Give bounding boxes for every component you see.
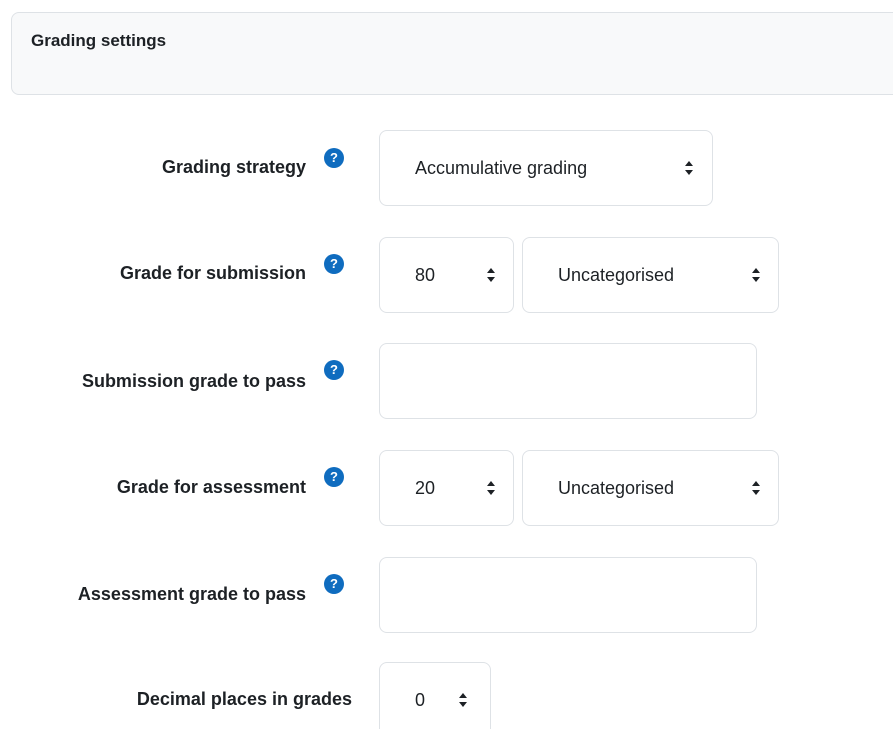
decimal-places-select[interactable]: 0 — [379, 662, 491, 729]
grade-for-submission-label: Grade for submission — [119, 263, 306, 283]
sort-caret-icon — [685, 161, 693, 175]
decimal-places-value: 0 — [415, 690, 426, 710]
help-icon[interactable]: ? — [324, 254, 344, 274]
submission-grade-to-pass-label: Submission grade to pass — [81, 371, 306, 391]
section-header[interactable] — [11, 12, 893, 95]
submission-grade-to-pass-input[interactable] — [379, 343, 757, 419]
grade-for-assessment-value: 20 — [415, 478, 436, 498]
grade-for-submission-select[interactable]: 80 — [379, 237, 514, 313]
sort-caret-icon — [752, 481, 760, 495]
decimal-places-label: Decimal places in grades — [136, 689, 352, 709]
grade-for-submission-category-select[interactable]: Uncategorised — [522, 237, 779, 313]
assessment-grade-to-pass-input[interactable] — [379, 557, 757, 633]
grade-for-assessment-label: Grade for assessment — [116, 477, 306, 497]
sort-caret-icon — [487, 481, 495, 495]
help-icon[interactable]: ? — [324, 574, 344, 594]
grading-strategy-label: Grading strategy — [161, 157, 306, 177]
sort-caret-icon — [487, 268, 495, 282]
grade-for-submission-category-value: Uncategorised — [558, 265, 675, 285]
grading-strategy-select[interactable]: Accumulative grading — [379, 130, 713, 206]
grade-for-assessment-category-select[interactable]: Uncategorised — [522, 450, 779, 526]
grade-for-submission-value: 80 — [415, 265, 436, 285]
section-title[interactable]: Grading settings — [31, 30, 166, 52]
grade-for-assessment-category-value: Uncategorised — [558, 478, 675, 498]
help-icon[interactable]: ? — [324, 467, 344, 487]
help-icon[interactable]: ? — [324, 148, 344, 168]
assessment-grade-to-pass-label: Assessment grade to pass — [77, 584, 306, 604]
grade-for-assessment-select[interactable]: 20 — [379, 450, 514, 526]
grading-strategy-value: Accumulative grading — [415, 158, 588, 178]
help-icon[interactable]: ? — [324, 360, 344, 380]
grading-settings-page: Grading settings Grading strategy ? Accu… — [0, 0, 893, 729]
sort-caret-icon — [752, 268, 760, 282]
sort-caret-icon — [459, 693, 467, 707]
